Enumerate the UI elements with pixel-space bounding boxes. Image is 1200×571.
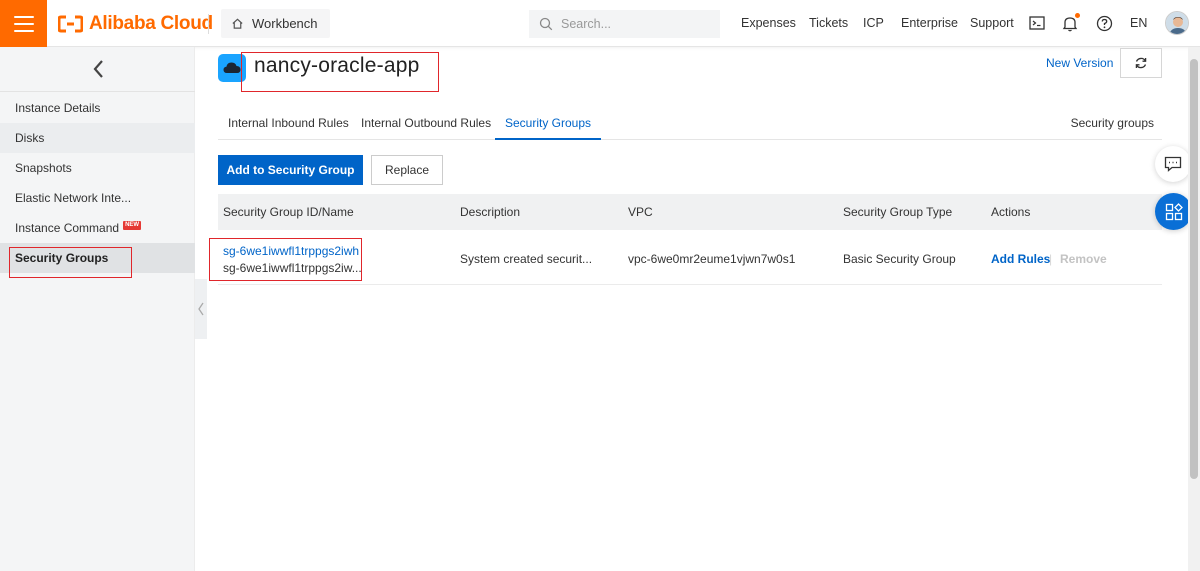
nav-support[interactable]: Support <box>970 16 1014 30</box>
tab-bar: Internal Inbound Rules Internal Outbound… <box>218 110 1162 140</box>
avatar[interactable] <box>1165 11 1189 35</box>
language-switch[interactable]: EN <box>1130 16 1147 30</box>
replace-button[interactable]: Replace <box>371 155 443 185</box>
column-header-description: Description <box>460 205 521 219</box>
add-to-security-group-button[interactable]: Add to Security Group <box>218 155 363 185</box>
column-header-vpc: VPC <box>628 205 653 219</box>
terminal-icon[interactable] <box>1027 13 1047 33</box>
remove-link: Remove <box>1060 252 1107 266</box>
sidebar-item-elastic-network-interfaces[interactable]: Elastic Network Inte... <box>0 183 195 213</box>
menu-icon[interactable] <box>0 0 47 47</box>
sidebar-item-disks[interactable]: Disks <box>0 123 195 153</box>
column-header-id-name: Security Group ID/Name <box>223 205 354 219</box>
sidebar-item-label: Instance Command <box>15 221 120 235</box>
column-header-type: Security Group Type <box>843 205 953 219</box>
sidebar-item-instance-command[interactable]: Instance Command NEW <box>0 213 195 243</box>
apps-grid-icon <box>1165 202 1183 220</box>
security-group-id-link[interactable]: sg-6we1iwwfl1trppgs2iwh <box>223 244 359 258</box>
brand-name: Alibaba Cloud <box>89 13 213 34</box>
table-header: Security Group ID/Name Description VPC S… <box>218 194 1162 230</box>
chat-icon <box>1164 156 1182 172</box>
security-group-name: sg-6we1iwwfl1trppgs2iw... <box>223 261 362 275</box>
new-badge: NEW <box>123 220 142 230</box>
table-row: sg-6we1iwwfl1trppgs2iwh sg-6we1iwwfl1trp… <box>218 230 1162 285</box>
nav-enterprise[interactable]: Enterprise <box>901 16 958 30</box>
search-box[interactable] <box>529 10 720 38</box>
nav-icp[interactable]: ICP <box>863 16 884 30</box>
security-group-vpc: vpc-6we0mr2eume1vjwn7w0s1 <box>628 252 796 266</box>
refresh-icon <box>1135 57 1147 69</box>
page-scrollbar[interactable] <box>1188 47 1200 571</box>
refresh-button[interactable] <box>1120 48 1162 78</box>
scrollbar-thumb[interactable] <box>1190 59 1198 479</box>
sidebar-item-snapshots[interactable]: Snapshots <box>0 153 195 183</box>
search-input[interactable] <box>561 17 711 31</box>
column-header-actions: Actions <box>991 205 1031 219</box>
alibaba-cloud-logo-icon <box>58 15 83 33</box>
sidebar-item-security-groups[interactable]: Security Groups <box>0 243 195 273</box>
tab-internal-outbound-rules[interactable]: Internal Outbound Rules <box>351 110 501 140</box>
workbench-button[interactable]: Workbench <box>221 9 330 38</box>
back-button[interactable] <box>0 47 195 92</box>
apps-button[interactable] <box>1155 193 1192 230</box>
sidebar: Instance Details Disks Snapshots Elastic… <box>0 47 195 571</box>
sidebar-item-label: Elastic Network Inte... <box>15 191 132 205</box>
help-icon[interactable] <box>1094 13 1114 33</box>
new-version-link[interactable]: New Version <box>1046 56 1113 70</box>
add-rules-link[interactable]: Add Rules <box>991 252 1050 266</box>
sidebar-collapse-handle[interactable] <box>195 279 207 339</box>
sidebar-item-label: Snapshots <box>15 161 72 175</box>
home-icon <box>232 18 243 29</box>
top-navigation-bar: Alibaba Cloud Workbench Expenses Tickets… <box>0 0 1200 47</box>
action-separator: | <box>1049 252 1053 266</box>
sidebar-item-label: Disks <box>15 131 45 145</box>
chevron-left-icon <box>198 302 204 316</box>
bell-icon[interactable] <box>1060 13 1080 33</box>
workbench-label: Workbench <box>252 16 318 31</box>
security-group-description: System created securit... <box>460 252 593 266</box>
header-divider <box>208 14 209 34</box>
sidebar-item-label: Instance Details <box>15 101 101 115</box>
sidebar-item-label: Security Groups <box>15 251 109 265</box>
sidebar-item-instance-details[interactable]: Instance Details <box>0 93 195 123</box>
nav-tickets[interactable]: Tickets <box>809 16 848 30</box>
tab-security-groups[interactable]: Security Groups <box>495 110 602 140</box>
security-groups-link[interactable]: Security groups <box>1071 116 1154 130</box>
tab-internal-inbound-rules[interactable]: Internal Inbound Rules <box>218 110 359 140</box>
alibaba-cloud-logo[interactable]: Alibaba Cloud <box>58 12 213 36</box>
chat-button[interactable] <box>1155 146 1191 182</box>
page-title: nancy-oracle-app <box>254 54 420 77</box>
search-icon <box>539 17 553 31</box>
nav-expenses[interactable]: Expenses <box>741 16 796 30</box>
user-avatar-icon <box>1166 12 1188 34</box>
instance-cloud-icon <box>218 54 246 82</box>
security-group-type: Basic Security Group <box>843 252 956 266</box>
notification-dot <box>1075 13 1080 18</box>
chevron-left-icon <box>93 60 103 78</box>
